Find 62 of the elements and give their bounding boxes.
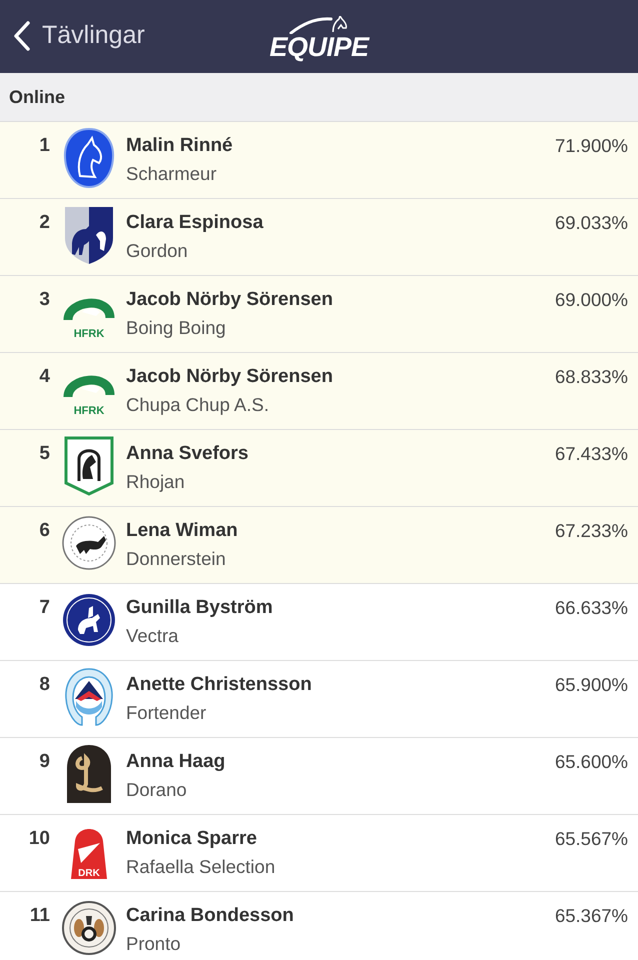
horse-name: Vectra [126,624,180,648]
horse-name: Rhojan [126,470,186,494]
score-text: 65.367% [554,904,628,928]
horse-name: Chupa Chup A.S. [126,393,270,417]
rider-name: Gunilla Byström [126,596,274,620]
club-logo: HFRK [62,359,116,419]
horse-name: Dorano [126,778,188,802]
shield-emblem-icon [62,205,116,265]
rank-number: 5 [38,442,50,466]
rider-name: Jacob Nörby Sörensen [126,288,334,312]
rank-number: 7 [38,596,50,620]
result-row[interactable]: 3 HFRK Jacob Nörby Sörensen Boing Boing 69.000% [0,276,638,353]
result-row[interactable]: 1 Malin Rinné Scharmeur 71.900% [0,122,638,199]
rider-name: Anette Christensson [126,673,313,697]
back-button[interactable]: Tävlingar [0,20,149,52]
rank-number: 9 [38,750,50,774]
score-text: 65.900% [554,673,628,697]
score-text: 67.433% [554,442,628,466]
rank-number: 4 [38,365,50,389]
rider-name: Lena Wiman [126,519,239,543]
score-text: 69.000% [554,288,628,312]
app-logo: EQUIPE [269,34,369,61]
shield-emblem-icon [62,436,116,496]
result-row[interactable]: 2 Clara Espinosa Gordon 69.033% [0,199,638,276]
score-text: 65.567% [554,827,628,851]
rider-name: Monica Sparre [126,827,258,851]
result-row[interactable]: 4 HFRK Jacob Nörby Sörensen Chupa Chup A.S. 68.833% [0,353,638,430]
score-text: 69.033% [554,211,628,235]
score-text: 67.233% [554,519,628,543]
score-text: 66.633% [554,596,628,620]
rank-number: 6 [38,519,50,543]
score-text: 68.833% [554,365,628,389]
rider-name: Carina Bondesson [126,904,295,928]
rank-number: 10 [28,827,50,851]
rider-name: Anna Svefors [126,442,250,466]
rider-name: Malin Rinné [126,134,234,158]
rider-name: Jacob Nörby Sörensen [126,365,334,389]
score-text: 71.900% [554,134,628,158]
rank-number: 1 [38,134,50,158]
rank-number: 2 [38,211,50,235]
horse-name: Scharmeur [126,162,218,186]
horse-name: Gordon [126,239,189,263]
horse-name: Donnerstein [126,547,227,571]
rank-number: 8 [38,673,50,697]
horseshoe-emblem-icon [62,667,116,727]
horse-name: Boing Boing [126,316,227,340]
rank-number: 3 [38,288,50,312]
result-row[interactable]: 5 Anna Svefors Rhojan 67.433% [0,430,638,507]
rider-name: Anna Haag [126,750,226,774]
round-crest-icon [62,898,116,958]
horse-name: Rafaella Selection [126,855,276,879]
horse-head-swoosh-icon [289,16,349,34]
club-logo: HFRK [62,282,116,342]
horse-name: Fortender [126,701,208,725]
section-title: Online [9,86,66,108]
horse-head-emblem-icon [62,128,116,188]
horse-name: Pronto [126,932,182,956]
score-text: 65.600% [554,750,628,774]
rider-name: Clara Espinosa [126,211,264,235]
rank-number: 11 [28,904,50,928]
result-row[interactable]: 6 Lena Wiman Donnerstein 67.233% [0,507,638,584]
chevron-left-icon [13,20,31,50]
